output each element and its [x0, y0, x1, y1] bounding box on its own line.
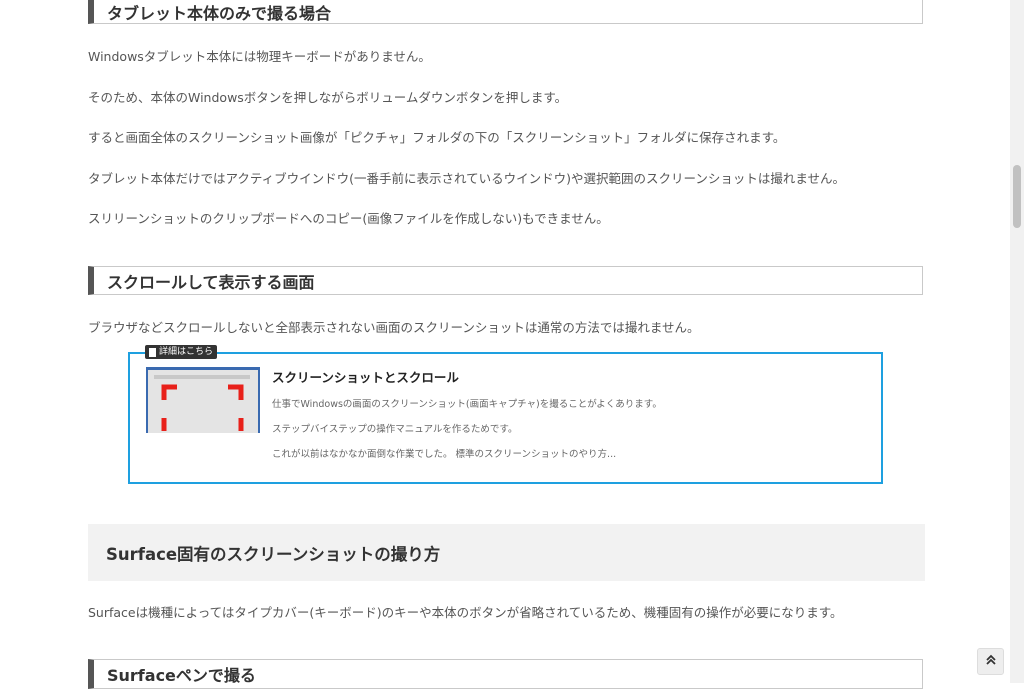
- heading-scroll-screen: スクロールして表示する画面: [88, 266, 923, 295]
- heading-surface-screenshot: Surface固有のスクリーンショットの撮り方: [88, 524, 925, 581]
- back-to-top-button[interactable]: [977, 648, 1004, 675]
- heading-tablet-only: タブレット本体のみで撮る場合: [88, 0, 923, 24]
- details-badge[interactable]: 詳細はこちら: [145, 345, 218, 359]
- heading-surface-pen: Surfaceペンで撮る: [88, 659, 923, 689]
- double-chevron-up-icon: [985, 654, 997, 670]
- card-excerpt-line: ステップバイステップの操作マニュアルを作るためです。: [272, 424, 518, 435]
- paragraph: スリリーンショットのクリップボードへのコピー(画像ファイルを作成しない)もできま…: [88, 211, 609, 226]
- card-excerpt-line: 仕事でWindowsの画面のスクリーンショット(画面キャプチャ)を撮ることがよく…: [272, 399, 662, 410]
- paragraph: ブラウザなどスクロールしないと全部表示されない画面のスクリーンショットは通常の方…: [88, 320, 700, 335]
- card-title[interactable]: スクリーンショットとスクロール: [272, 367, 459, 386]
- paragraph: そのため、本体のWindowsボタンを押しながらボリュームダウンボタンを押します…: [88, 90, 568, 105]
- screenshot-frame-icon: [148, 370, 258, 433]
- scrollbar[interactable]: [1010, 0, 1024, 683]
- article-thumbnail[interactable]: [146, 367, 260, 433]
- related-article-card[interactable]: スクリーンショットとスクロール 仕事でWindowsの画面のスクリーンショット(…: [128, 352, 883, 484]
- paragraph: Surfaceは機種によってはタイプカバー(キーボード)のキーや本体のボタンが省…: [88, 605, 843, 620]
- card-excerpt-line: これが以前はなかなか面倒な作業でした。 標準のスクリーンショットのやり方...: [272, 449, 617, 460]
- scrollbar-thumb[interactable]: [1013, 165, 1021, 228]
- paragraph: タブレット本体だけではアクティブウインドウ(一番手前に表示されているウインドウ)…: [88, 171, 846, 186]
- paragraph: Windowsタブレット本体には物理キーボードがありません。: [88, 49, 431, 64]
- paragraph: すると画面全体のスクリーンショット画像が「ピクチャ」フォルダの下の「スクリーンシ…: [88, 130, 786, 145]
- document-icon: [149, 347, 156, 357]
